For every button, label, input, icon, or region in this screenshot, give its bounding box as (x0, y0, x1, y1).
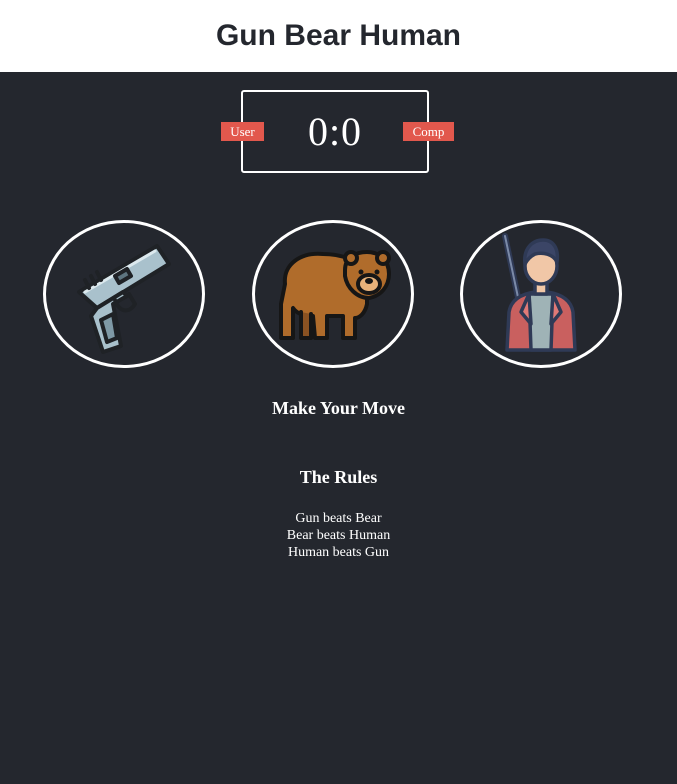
gun-choice-button[interactable] (43, 220, 205, 368)
bear-icon (279, 250, 391, 340)
header: Gun Bear Human (0, 0, 677, 72)
rule-line: Gun beats Bear (295, 511, 382, 526)
score-display: 0:0 (307, 109, 363, 154)
page-title: Gun Bear Human (215, 19, 462, 52)
comp-label: Comp (403, 122, 454, 141)
rule-line: Bear beats Human (286, 528, 391, 543)
rules-title: The Rules (299, 467, 378, 487)
scoreboard: 0:0 (241, 90, 429, 173)
hunter-icon (502, 233, 577, 352)
rule-line: Human beats Gun (287, 545, 390, 560)
human-choice-button[interactable] (460, 220, 622, 368)
gun-icon (77, 244, 171, 354)
action-message: Make Your Move (272, 398, 405, 418)
user-label: User (221, 122, 264, 141)
bear-choice-button[interactable] (252, 220, 414, 368)
rules-list: Gun beats Bear Bear beats Human Human be… (0, 510, 677, 561)
